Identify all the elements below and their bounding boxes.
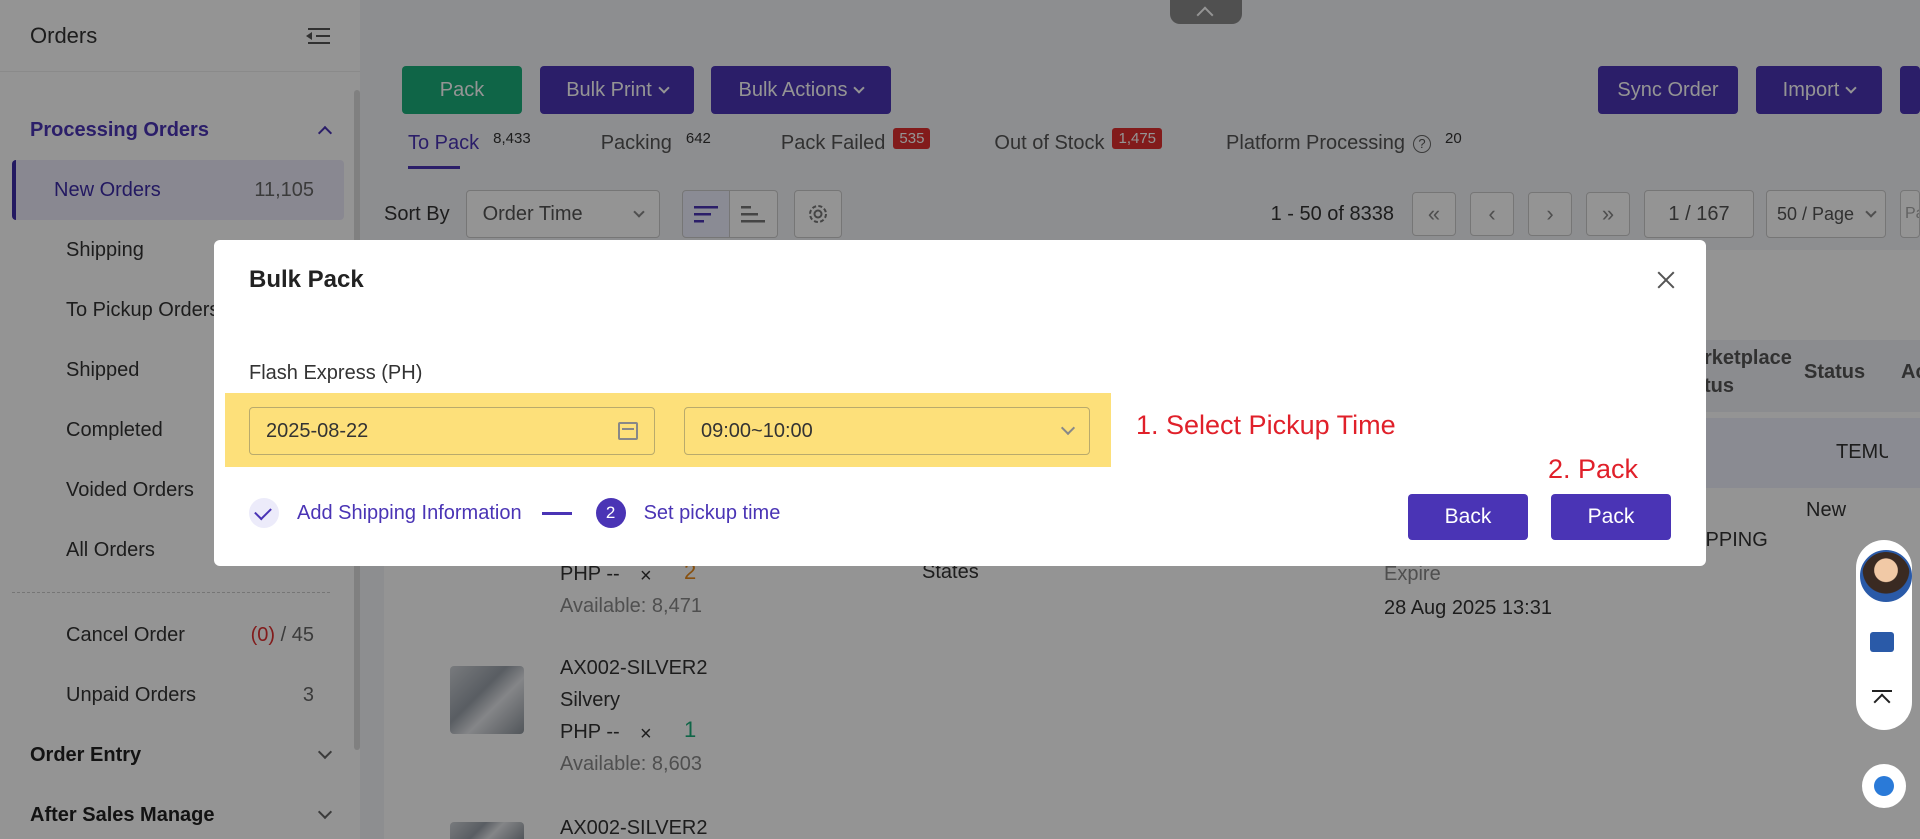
annotation-select-pickup-time: 1. Select Pickup Time (1136, 410, 1396, 440)
back-to-top-icon[interactable] (1872, 690, 1892, 708)
pickup-time-select[interactable]: 09:00~10:00 (684, 407, 1090, 455)
back-button[interactable]: Back (1408, 494, 1528, 540)
bulk-pack-dialog: Bulk Pack Flash Express (PH) 2025-08-22 … (214, 240, 1706, 566)
pickup-time-value: 09:00~10:00 (701, 419, 813, 442)
progress-steps: Add Shipping Information 2 Set pickup ti… (249, 498, 780, 528)
step-connector (541, 511, 572, 515)
chevron-down-icon (1060, 420, 1076, 436)
close-icon[interactable] (1656, 270, 1676, 290)
calendar-icon (618, 422, 638, 440)
back-button-label: Back (1444, 505, 1492, 528)
dialog-pack-label: Pack (1587, 505, 1635, 528)
pickup-date-value: 2025-08-22 (266, 419, 369, 442)
assistant-icon[interactable] (1862, 764, 1906, 808)
carrier-name: Flash Express (PH) (249, 362, 423, 384)
check-icon (249, 498, 279, 528)
step-2-label: Set pickup time (643, 501, 781, 524)
pickup-date-picker[interactable]: 2025-08-22 (249, 407, 655, 455)
step-1-label: Add Shipping Information (297, 501, 522, 524)
dialog-pack-button[interactable]: Pack (1551, 494, 1671, 540)
support-avatar-icon[interactable] (1860, 550, 1912, 602)
annotation-pack: 2. Pack (1548, 454, 1639, 484)
step-2-number: 2 (595, 498, 626, 528)
dialog-title: Bulk Pack (249, 266, 364, 293)
chat-icon[interactable] (1870, 632, 1894, 652)
